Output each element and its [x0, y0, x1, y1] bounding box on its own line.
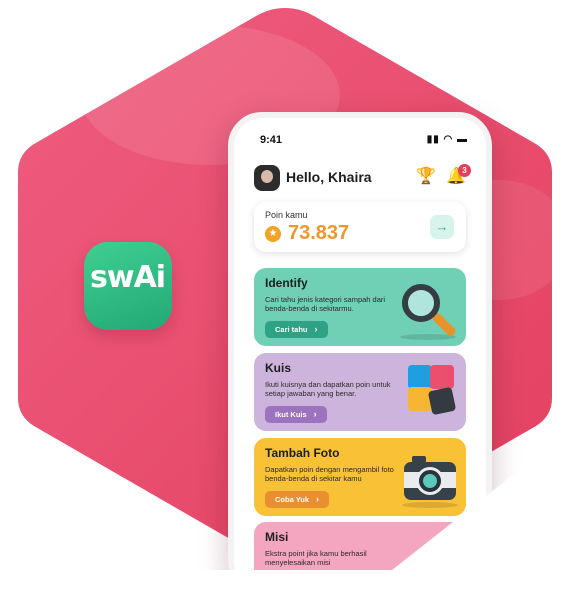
points-card[interactable]: Poin kamu ★ 73.837 → [254, 202, 466, 252]
card-title: Identify [265, 276, 308, 290]
cari-tahu-button[interactable]: Cari tahu › [265, 321, 328, 338]
card-description: Ikuti kuisnya dan dapatkan poin untuk se… [265, 380, 391, 398]
star-icon: ★ [265, 226, 281, 242]
card-description: Cari tahu jenis kategori sampah dari ben… [265, 295, 386, 313]
phone-mockup: 9:41 ▮▮ ◠ ▬ Hello, Khaira 🏆 🔔 3 Poin kam… [228, 112, 492, 570]
puzzle-piece [427, 386, 457, 416]
chevron-right-icon: › [316, 494, 320, 504]
card-description: Ekstra point jika kamu berhasil menyeles… [265, 549, 367, 567]
trophy-icon[interactable]: 🏆 [416, 166, 436, 186]
button-label: Coba Yuk [275, 495, 310, 504]
phone-notch [292, 118, 432, 142]
shadow [402, 502, 458, 508]
coba-yuk-button[interactable]: Coba Yuk › [265, 491, 330, 508]
points-label: Poin kamu [265, 210, 308, 220]
avatar[interactable] [254, 165, 280, 191]
card-identify[interactable]: Identify Cari tahu jenis kategori sampah… [254, 268, 466, 346]
puzzle-icon [408, 365, 432, 389]
card-title: Kuis [265, 361, 292, 375]
camera-lens-inner [423, 474, 437, 488]
app-screen: 9:41 ▮▮ ◠ ▬ Hello, Khaira 🏆 🔔 3 Poin kam… [240, 118, 480, 570]
points-value: 73.837 [288, 222, 350, 244]
status-time: 9:41 [260, 134, 283, 146]
chevron-right-icon: › [313, 409, 317, 419]
greeting: Hello, Khaira [286, 169, 372, 185]
card-kuis[interactable]: Kuis Ikuti kuisnya dan dapatkan poin unt… [254, 353, 466, 431]
card-title: Misi [265, 530, 289, 544]
chevron-right-icon: › [314, 324, 318, 334]
magnifier-icon [402, 284, 440, 322]
arrow-right-icon[interactable]: → [430, 215, 454, 239]
notification-badge: 3 [458, 164, 471, 177]
card-title: Tambah Foto [265, 446, 340, 460]
button-label: Ikut Kuis [275, 410, 307, 419]
puzzle-piece [430, 365, 454, 389]
status-icons: ▮▮ ◠ ▬ [426, 134, 468, 145]
card-tambah-foto[interactable]: Tambah Foto Dapatkan poin dengan mengamb… [254, 438, 466, 516]
button-label: Cari tahu [275, 325, 308, 334]
phone-clip: 9:41 ▮▮ ◠ ▬ Hello, Khaira 🏆 🔔 3 Poin kam… [0, 0, 570, 570]
ikut-kuis-button[interactable]: Ikut Kuis › [265, 406, 327, 423]
card-description: Dapatkan poin dengan mengambil foto bend… [265, 465, 394, 483]
